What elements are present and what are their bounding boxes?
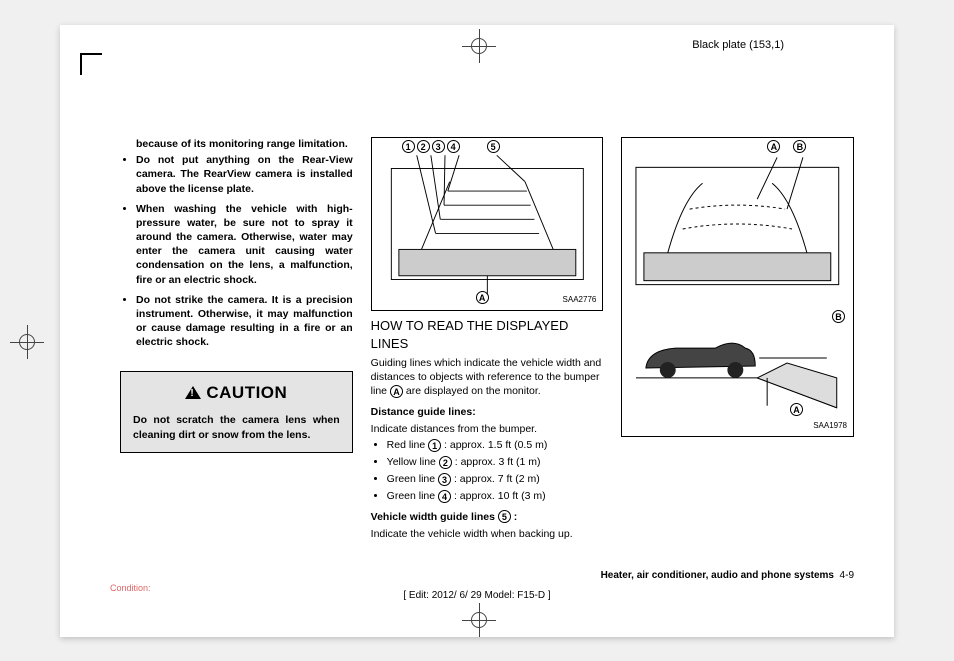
crop-mark (80, 53, 102, 75)
column-1: because of its monitoring range limitati… (120, 137, 353, 541)
caution-title: CAUTION (133, 382, 340, 405)
list-item: Green line 4 : approx. 10 ft (3 m) (387, 489, 604, 503)
car-side-icon (628, 308, 847, 418)
distance-list: Red line 1 : approx. 1.5 ft (0.5 m) Yell… (371, 438, 604, 504)
page: Black plate (153,1) because of its monit… (60, 25, 894, 637)
callout-5: 5 (487, 140, 500, 153)
callout-2: 2 (417, 140, 430, 153)
callout-3: 3 (432, 140, 445, 153)
camera-view-icon (628, 144, 847, 304)
list-item: Yellow line 2 : approx. 3 ft (1 m) (387, 455, 604, 469)
subhead-distance-desc: Indicate distances from the bumper. (371, 422, 604, 436)
callout-4: 4 (447, 140, 460, 153)
caution-box: CAUTION Do not scratch the camera lens w… (120, 371, 353, 452)
list-item: Do not put anything on the Rear-View cam… (136, 153, 353, 196)
column-2: 1 2 3 4 5 A SAA2776 HOW TO READ THE DISP… (371, 137, 604, 541)
list-item: When washing the vehicle with high-press… (136, 202, 353, 287)
figure-code: SAA1978 (813, 421, 847, 432)
callout-1: 1 (402, 140, 415, 153)
callout-A: A (790, 403, 803, 416)
subhead-distance: Distance guide lines: (371, 405, 604, 419)
callout-A: A (476, 291, 489, 304)
condition-label: Condition: (110, 583, 151, 593)
caution-list: Do not put anything on the Rear-View cam… (120, 153, 353, 349)
callout-3-inline: 3 (438, 473, 451, 486)
list-item: Red line 1 : approx. 1.5 ft (0.5 m) (387, 438, 604, 452)
registration-mark-icon (10, 325, 44, 359)
callout-B: B (832, 310, 845, 323)
figure-code: SAA2776 (563, 295, 597, 306)
caution-body: Do not scratch the camera lens when clea… (133, 413, 340, 441)
black-plate-label: Black plate (153,1) (692, 39, 784, 51)
camera-diagram-icon (378, 144, 597, 304)
continued-paragraph: because of its monitoring range limitati… (120, 137, 353, 151)
subhead-width-desc: Indicate the vehicle width when backing … (371, 527, 604, 541)
callout-A-inline: A (390, 385, 403, 398)
callout-4-inline: 4 (438, 490, 451, 503)
figure-guidelines: 1 2 3 4 5 A SAA2776 (371, 137, 604, 311)
column-3: A B B A (621, 137, 854, 541)
callout-1-inline: 1 (428, 439, 441, 452)
subhead-width: Vehicle width guide lines 5 : (371, 510, 604, 524)
content-area: because of its monitoring range limitati… (120, 137, 854, 597)
list-item: Do not strike the camera. It is a precis… (136, 293, 353, 350)
warning-triangle-icon (185, 386, 201, 399)
footer-edit: [ Edit: 2012/ 6/ 29 Model: F15-D ] (60, 590, 894, 601)
section-heading: HOW TO READ THE DISPLAYED LINES (371, 317, 604, 352)
caution-title-text: CAUTION (206, 383, 287, 402)
footer-section: Heater, air conditioner, audio and phone… (601, 570, 854, 581)
intro-text: Guiding lines which indicate the vehicle… (371, 356, 604, 399)
list-item: Green line 3 : approx. 7 ft (2 m) (387, 472, 604, 486)
callout-5-inline: 5 (498, 510, 511, 523)
callout-2-inline: 2 (439, 456, 452, 469)
figure-vehicle: A B B A (621, 137, 854, 437)
registration-mark-icon (462, 603, 496, 637)
registration-mark-icon (462, 29, 496, 63)
